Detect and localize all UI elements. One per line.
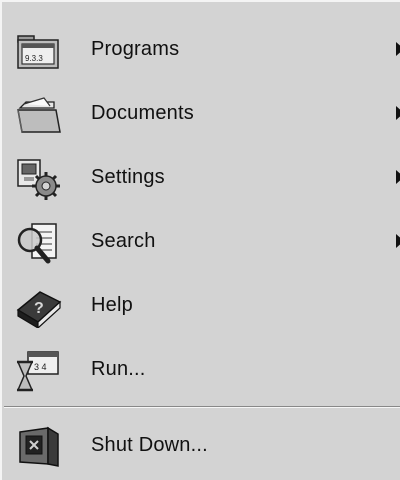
menu-item-label: Search (91, 230, 156, 252)
shutdown-computer-icon (14, 426, 62, 468)
menu-item-label: Settings (91, 166, 165, 188)
menu-item-settings[interactable]: Settings (2, 146, 400, 210)
submenu-arrow-icon (396, 170, 400, 184)
search-magnifier-icon (14, 222, 62, 264)
menu-item-label: Shut Down... (91, 434, 208, 456)
start-menu: 9.3.3 Programs Documents Settings Search… (0, 0, 400, 480)
menu-item-programs[interactable]: 9.3.3 Programs (2, 18, 400, 82)
svg-text:?: ? (34, 300, 44, 317)
help-book-icon: ? (14, 286, 62, 328)
run-hourglass-icon: 3 4 (14, 350, 62, 392)
documents-folder-icon (14, 94, 62, 136)
menu-item-label: Run... (91, 358, 146, 380)
programs-folder-icon: 9.3.3 (14, 30, 62, 72)
menu-item-label: Help (91, 294, 133, 316)
menu-item-run[interactable]: 3 4 Run... (2, 338, 400, 402)
menu-item-label: Documents (91, 102, 194, 124)
menu-item-help[interactable]: ? Help (2, 274, 400, 338)
submenu-arrow-icon (396, 42, 400, 56)
svg-text:3 4: 3 4 (34, 362, 47, 372)
svg-text:9.3.3: 9.3.3 (25, 54, 43, 63)
menu-item-label: Programs (91, 38, 180, 60)
submenu-arrow-icon (396, 106, 400, 120)
menu-item-search[interactable]: Search (2, 210, 400, 274)
menu-separator (4, 406, 400, 408)
menu-item-documents[interactable]: Documents (2, 82, 400, 146)
menu-item-shut-down[interactable]: Shut Down... (2, 414, 400, 478)
submenu-arrow-icon (396, 234, 400, 248)
settings-gear-icon (14, 158, 62, 200)
